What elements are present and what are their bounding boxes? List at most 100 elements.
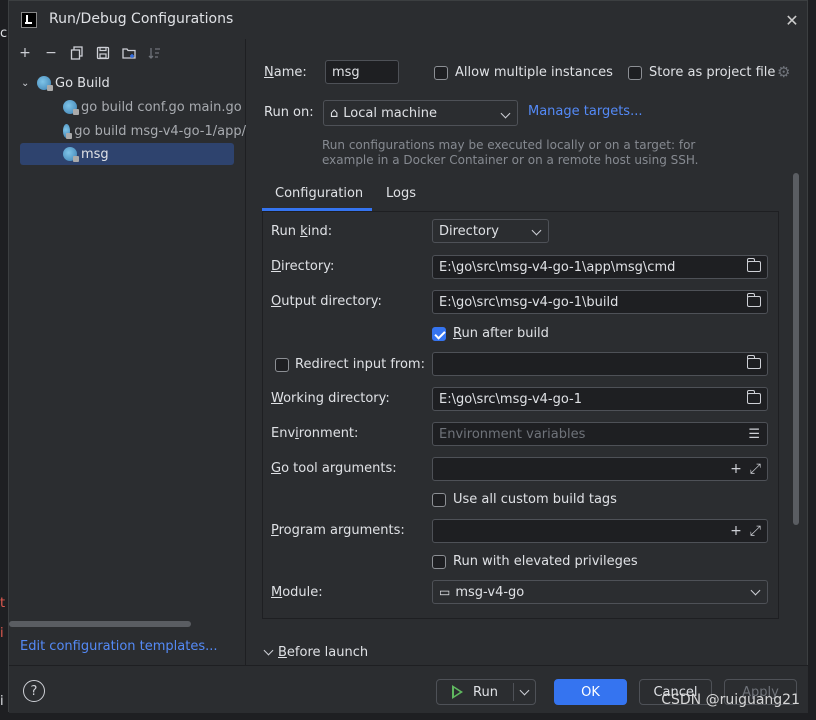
save-configuration-button[interactable]: [91, 41, 115, 65]
configuration-tab-panel: Run kind: Directory Directory: E:\go\src…: [262, 211, 779, 619]
ok-button[interactable]: OK: [554, 679, 627, 705]
working-directory-label: Working directory:: [271, 391, 390, 406]
split-divider: [513, 683, 514, 701]
plus-icon: +: [19, 45, 31, 61]
chevron-down-icon: [750, 585, 761, 596]
copy-configuration-button[interactable]: [65, 41, 89, 65]
copy-icon: [70, 46, 83, 60]
tree-item[interactable]: go build msg-v4-go-1/app/: [63, 120, 246, 142]
expand-icon[interactable]: ⤢: [750, 523, 761, 539]
tree-item-label: msg: [81, 146, 109, 162]
go-tool-arguments-field[interactable]: + ⤢: [432, 457, 768, 481]
tab-configuration[interactable]: Configuration: [263, 175, 375, 211]
background-fragment: i: [0, 694, 4, 709]
run-on-select[interactable]: ⌂ Local machine: [323, 100, 518, 126]
chevron-down-icon[interactable]: [519, 685, 530, 696]
elevated-privileges-checkbox[interactable]: [432, 555, 446, 569]
csdn-watermark: CSDN @ruiguang21: [661, 692, 800, 708]
new-folder-button[interactable]: [117, 41, 141, 65]
tree-item-selected[interactable]: msg: [20, 143, 234, 165]
configurations-tree-panel: + − ⌄ Go Build go build conf.go main.go: [9, 39, 246, 665]
chevron-down-icon: [263, 645, 274, 656]
sort-configurations-button[interactable]: [143, 41, 167, 65]
allow-multiple-label: Allow multiple instances: [455, 65, 613, 80]
directory-field[interactable]: E:\go\src\msg-v4-go-1\app\msg\cmd: [432, 255, 768, 279]
close-icon: ✕: [785, 10, 799, 30]
go-tool-arguments-label: Go tool arguments:: [271, 461, 397, 476]
run-on-hint-line-2: example in a Docker Container or on a re…: [322, 153, 699, 167]
allow-multiple-checkbox[interactable]: [434, 66, 448, 80]
list-edit-icon[interactable]: ☰: [748, 427, 760, 442]
go-build-icon: [37, 76, 53, 91]
configuration-editor: Name: msg Allow multiple instances Store…: [247, 39, 808, 666]
output-directory-label: Output directory:: [271, 294, 382, 309]
vertical-scrollbar[interactable]: [793, 173, 799, 525]
plus-icon[interactable]: +: [730, 523, 742, 539]
run-on-label: Run on:: [264, 105, 314, 120]
go-build-icon: [63, 124, 73, 139]
expand-icon[interactable]: ⤢: [750, 461, 761, 477]
program-arguments-label: Program arguments:: [271, 523, 405, 538]
custom-build-tags-checkbox[interactable]: [432, 493, 446, 507]
folder-icon[interactable]: [746, 355, 761, 369]
tree-group-label: Go Build: [55, 75, 110, 91]
tree-item-label: go build conf.go main.go: [81, 99, 242, 115]
save-icon: [96, 46, 110, 60]
folder-icon[interactable]: [746, 258, 761, 272]
tree-group-go-build[interactable]: ⌄ Go Build: [21, 72, 110, 94]
gear-icon[interactable]: ⚙: [777, 63, 790, 81]
run-button[interactable]: Run: [436, 679, 536, 705]
module-label: Module:: [271, 585, 323, 600]
plus-icon[interactable]: +: [730, 461, 742, 477]
store-project-label: Store as project file: [649, 65, 776, 80]
add-configuration-button[interactable]: +: [13, 41, 37, 65]
edit-configuration-templates-link[interactable]: Edit configuration templates...: [20, 639, 218, 654]
folder-icon[interactable]: [746, 390, 761, 404]
redirect-input-label: Redirect input from:: [295, 357, 425, 372]
environment-label: Environment:: [271, 426, 359, 441]
redirect-input-checkbox[interactable]: [275, 358, 289, 372]
run-kind-label: Run kind:: [271, 224, 333, 239]
run-play-icon: [452, 685, 464, 699]
title-bar: Run/Debug Configurations ✕: [9, 1, 809, 39]
folder-add-icon: [122, 48, 136, 59]
close-button[interactable]: ✕: [781, 9, 803, 31]
tree-item[interactable]: go build conf.go main.go: [63, 96, 242, 118]
run-after-build-checkbox[interactable]: [432, 327, 446, 341]
directory-label: Directory:: [271, 259, 335, 274]
background-fragment: i: [0, 626, 4, 641]
store-project-checkbox[interactable]: [628, 66, 642, 80]
tree-item-label: go build msg-v4-go-1/app/: [74, 123, 246, 139]
manage-targets-link[interactable]: Manage targets...: [528, 104, 642, 119]
program-arguments-field[interactable]: + ⤢: [432, 519, 768, 543]
before-launch-label: Before launch: [278, 645, 369, 660]
output-directory-field[interactable]: E:\go\src\msg-v4-go-1\build: [432, 290, 768, 314]
run-kind-select[interactable]: Directory: [432, 219, 549, 243]
run-on-hint-line-1: Run configurations may be executed local…: [322, 138, 696, 152]
module-select[interactable]: ▭ msg-v4-go: [432, 580, 768, 604]
intellij-app-icon: [21, 12, 37, 28]
before-launch-section[interactable]: Before launch: [263, 645, 369, 660]
background-fragment: t: [0, 596, 6, 611]
run-after-build-label: Run after build: [453, 326, 549, 341]
sort-icon: [148, 48, 160, 59]
chevron-down-icon: [531, 225, 542, 236]
home-icon: ⌂: [330, 105, 339, 121]
background-fragment: c: [0, 26, 8, 41]
working-directory-field[interactable]: E:\go\src\msg-v4-go-1: [432, 387, 768, 411]
elevated-privileges-label: Run with elevated privileges: [453, 554, 638, 569]
run-debug-dialog: Run/Debug Configurations ✕ + − ⌄ Go Buil…: [8, 0, 809, 713]
minus-icon: −: [45, 45, 57, 61]
tab-logs[interactable]: Logs: [374, 175, 428, 211]
chevron-down-icon: [500, 108, 511, 119]
name-label: Name:: [264, 65, 307, 80]
horizontal-scrollbar[interactable]: [9, 621, 191, 627]
name-input[interactable]: msg: [325, 60, 399, 84]
environment-field[interactable]: Environment variables ☰: [432, 422, 768, 446]
go-build-icon: [63, 100, 79, 115]
help-button[interactable]: ?: [23, 680, 45, 702]
custom-build-tags-label: Use all custom build tags: [453, 492, 617, 507]
redirect-input-field[interactable]: [432, 352, 768, 376]
folder-icon[interactable]: [746, 293, 761, 307]
remove-configuration-button[interactable]: −: [39, 41, 63, 65]
